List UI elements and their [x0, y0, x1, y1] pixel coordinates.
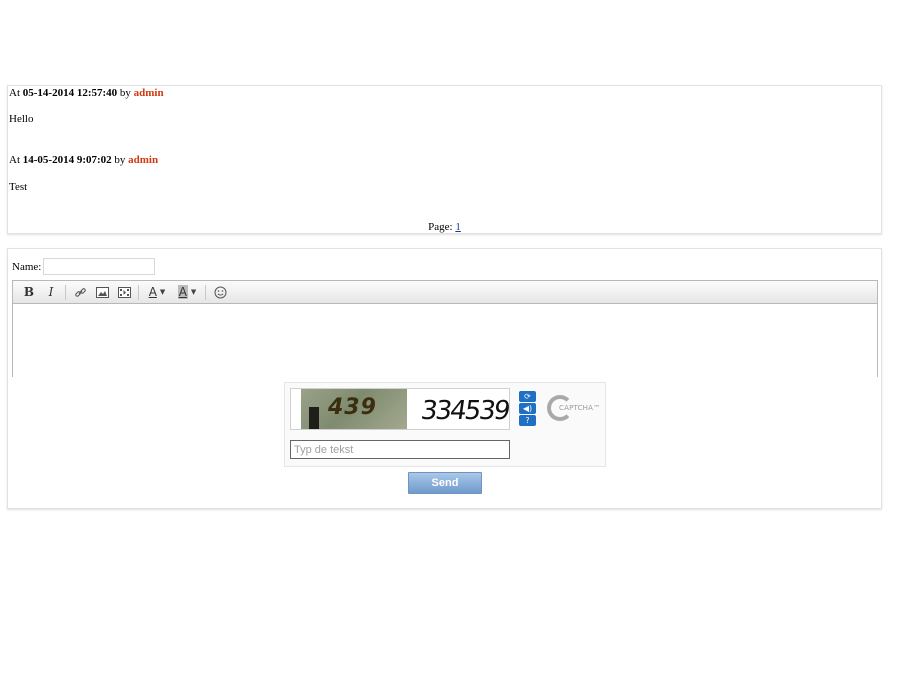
toolbar-divider	[138, 284, 139, 300]
video-icon	[117, 286, 131, 298]
editor-toolbar: B I A ▼ A ▼	[13, 281, 877, 304]
captcha-controls: ⟳ ◀) ?	[519, 391, 536, 427]
page-link-1[interactable]: 1	[455, 221, 461, 233]
bold-button[interactable]: B	[18, 283, 40, 302]
link-button[interactable]	[69, 283, 91, 302]
font-color-button[interactable]: A ▼	[142, 283, 172, 302]
audio-icon[interactable]: ◀)	[519, 403, 536, 414]
comment-text: Hello	[9, 113, 34, 125]
background-color-button[interactable]: A ▼	[172, 283, 202, 302]
comment-meta: At 14-05-2014 9:07:02 by admin	[9, 154, 159, 166]
pagination: Page: 1	[8, 221, 881, 233]
toolbar-divider	[65, 284, 66, 300]
help-icon[interactable]: ?	[519, 415, 536, 426]
captcha-photo: 439	[301, 389, 407, 429]
link-icon	[74, 287, 86, 297]
comment-text: Test	[9, 181, 28, 193]
comment-author: admin	[133, 87, 164, 99]
recaptcha-logo: CAPTCHA™	[547, 395, 603, 425]
name-input[interactable]	[43, 258, 156, 275]
font-color-icon: A	[148, 285, 157, 299]
italic-button[interactable]: I	[40, 283, 62, 302]
image-button[interactable]	[91, 283, 113, 302]
name-row: Name:	[12, 258, 156, 275]
smiley-icon	[214, 286, 226, 298]
chevron-down-icon: ▼	[190, 288, 197, 296]
comment-form: Name: B I A ▼ A ▼ 439 334539 ⟳ ◀) ? CAPT…	[7, 248, 882, 509]
comment-datetime: 05-14-2014 12:57:40	[22, 87, 118, 99]
background-color-icon: A	[177, 285, 188, 299]
captcha-photo-number: 439	[328, 395, 377, 420]
rich-text-editor: B I A ▼ A ▼	[12, 280, 878, 377]
message-textarea[interactable]	[13, 304, 877, 377]
video-button[interactable]	[113, 283, 135, 302]
send-button[interactable]: Send	[408, 472, 482, 494]
comments-panel: At 05-14-2014 12:57:40 by admin Hello At…	[7, 85, 882, 234]
toolbar-divider	[205, 284, 206, 300]
refresh-icon[interactable]: ⟳	[519, 391, 536, 402]
captcha-input[interactable]	[290, 440, 510, 459]
image-icon	[95, 286, 109, 298]
comment-author: admin	[128, 154, 159, 166]
chevron-down-icon: ▼	[159, 288, 166, 296]
page-label: Page:	[428, 221, 453, 233]
captcha-word: 334539	[418, 396, 510, 426]
emoticon-button[interactable]	[209, 283, 231, 302]
captcha-photo-door	[309, 407, 319, 429]
comment-meta: At 05-14-2014 12:57:40 by admin	[9, 87, 164, 99]
captcha-image: 439 334539	[290, 388, 510, 430]
name-label: Name:	[12, 260, 42, 273]
captcha-widget: 439 334539 ⟳ ◀) ? CAPTCHA™	[284, 382, 606, 467]
comment-datetime: 14-05-2014 9:07:02	[22, 154, 112, 166]
